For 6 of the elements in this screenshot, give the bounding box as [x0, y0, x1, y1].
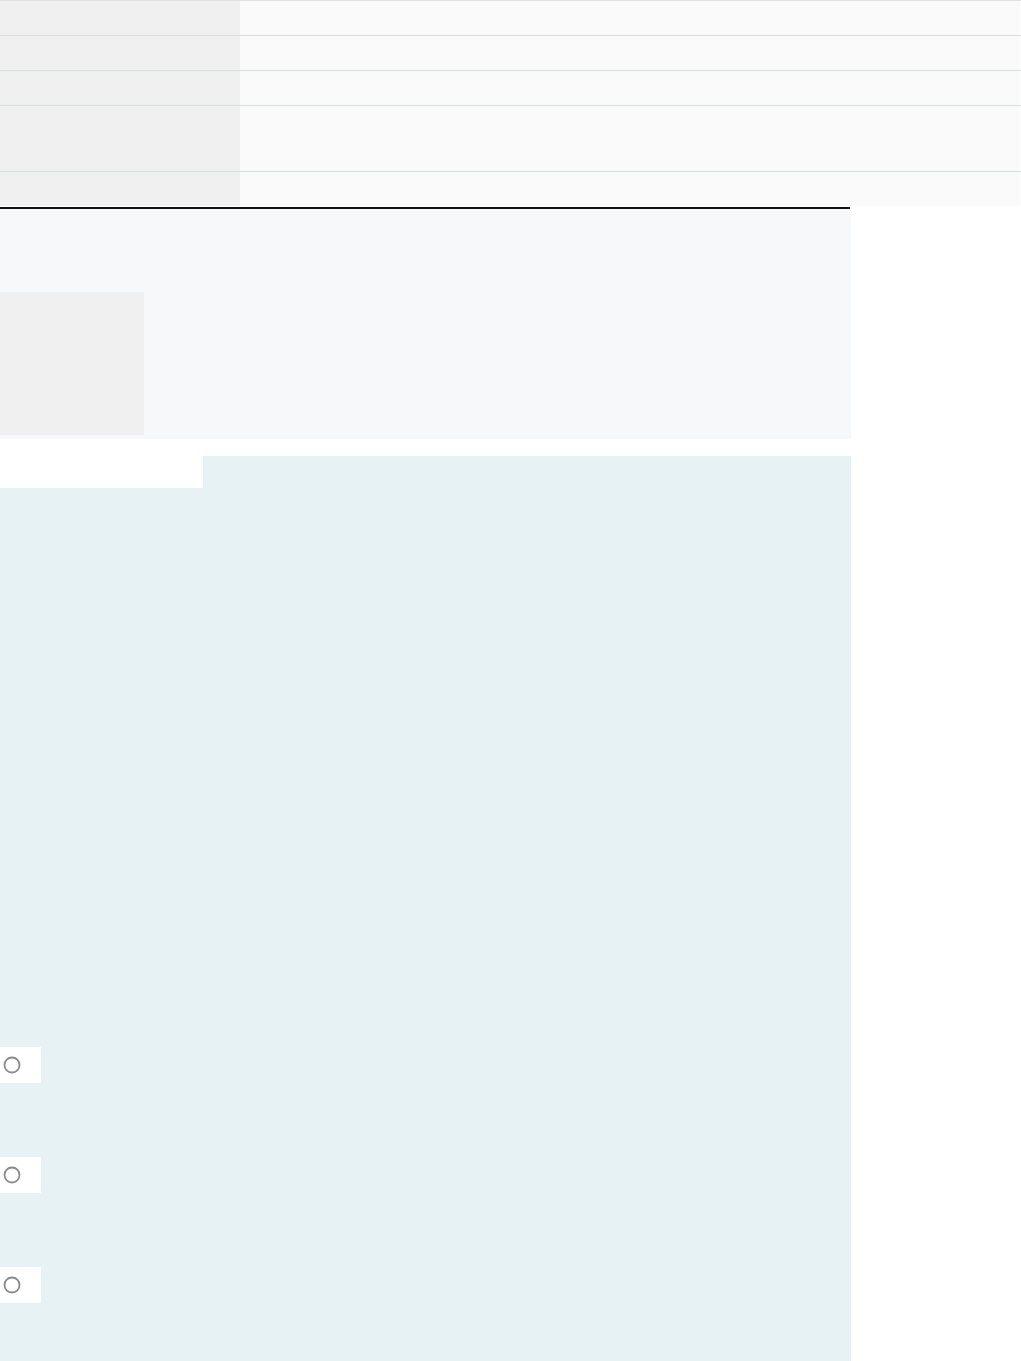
answer-option[interactable]	[0, 1267, 41, 1303]
radio-icon[interactable]	[3, 1166, 21, 1184]
answer-option[interactable]	[0, 1157, 41, 1193]
radio-icon[interactable]	[3, 1056, 21, 1074]
radio-icon[interactable]	[3, 1276, 21, 1294]
answer-option[interactable]	[0, 1047, 41, 1083]
